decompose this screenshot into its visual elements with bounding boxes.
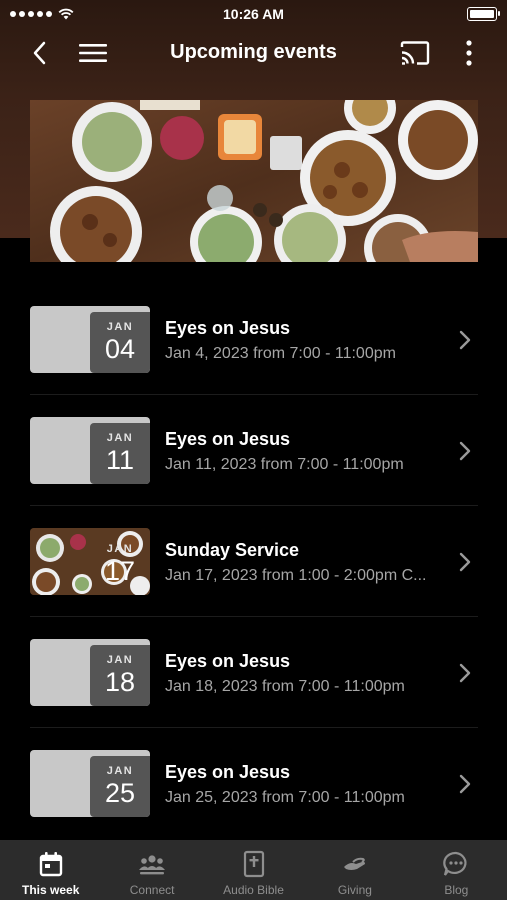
event-title: Eyes on Jesus [165, 429, 291, 449]
battery-icon [467, 7, 500, 21]
tab-connect[interactable]: Connect [101, 840, 202, 900]
event-month: JAN [106, 654, 134, 666]
event-month: JAN [106, 543, 134, 555]
date-badge: JAN 04 [90, 312, 150, 373]
calendar-icon [39, 852, 62, 877]
event-day: 04 [104, 334, 136, 364]
event-day: 11 [105, 445, 135, 475]
event-day: 25 [104, 778, 136, 808]
event-thumbnail: JAN 17 [30, 528, 150, 595]
date-badge: JAN 25 [90, 756, 150, 817]
chevron-right-icon [459, 330, 471, 350]
bible-icon [243, 850, 264, 878]
chevron-right-icon [459, 663, 471, 683]
more-vertical-icon [466, 40, 472, 66]
chat-bubble-icon [443, 851, 467, 876]
chevron-right-icon [459, 441, 471, 461]
event-datetime: Jan 11, 2023 from 7:00 - 11:00pm [165, 456, 404, 473]
tab-this-week[interactable]: This week [0, 840, 101, 900]
events-list: JAN 04 Eyes on Jesus Jan 4, 2023 from 7:… [30, 284, 478, 839]
people-icon [139, 855, 166, 875]
giving-hand-icon [343, 857, 365, 870]
chevron-right-icon [459, 774, 471, 794]
event-datetime: Jan 18, 2023 from 7:00 - 11:00pm [165, 678, 405, 695]
date-badge: JAN 18 [90, 645, 150, 706]
date-badge: JAN 17 [90, 534, 150, 595]
event-row[interactable]: JAN 18 Eyes on Jesus Jan 18, 2023 from 7… [30, 617, 478, 728]
event-row[interactable]: JAN 04 Eyes on Jesus Jan 4, 2023 from 7:… [30, 284, 478, 395]
tab-label: Blog [444, 883, 469, 897]
event-thumbnail: JAN 18 [30, 639, 150, 706]
date-badge: JAN 11 [90, 423, 150, 484]
bottom-tab-bar: This week Connect Audio Bible Giving Blo… [0, 840, 507, 900]
status-bar: 10:26 AM [0, 0, 507, 28]
tab-label: Audio Bible [223, 883, 284, 897]
event-title: Eyes on Jesus [165, 318, 291, 338]
tab-label: This week [22, 883, 80, 897]
event-day: 17 [104, 556, 136, 586]
event-title: Sunday Service [165, 540, 300, 560]
event-datetime: Jan 17, 2023 from 1:00 - 2:00pm C... [165, 567, 427, 584]
event-datetime: Jan 25, 2023 from 7:00 - 11:00pm [165, 789, 405, 806]
event-thumbnail: JAN 25 [30, 750, 150, 817]
hero-image [30, 100, 478, 262]
event-title: Eyes on Jesus [165, 762, 291, 782]
event-row[interactable]: JAN 11 Eyes on Jesus Jan 11, 2023 from 7… [30, 395, 478, 506]
tab-label: Connect [129, 883, 175, 897]
cast-icon [400, 41, 430, 65]
event-row[interactable]: JAN 25 Eyes on Jesus Jan 25, 2023 from 7… [30, 728, 478, 839]
event-month: JAN [106, 432, 134, 444]
event-title: Eyes on Jesus [165, 651, 291, 671]
tab-giving[interactable]: Giving [304, 840, 405, 900]
cast-button[interactable] [398, 36, 432, 70]
event-thumbnail: JAN 04 [30, 306, 150, 373]
navigation-bar: Upcoming events [0, 32, 507, 74]
chevron-right-icon [459, 552, 471, 572]
event-datetime: Jan 4, 2023 from 7:00 - 11:00pm [165, 345, 396, 362]
food-table-image [30, 100, 478, 262]
event-row[interactable]: JAN 17 Sunday Service Jan 17, 2023 from … [30, 506, 478, 617]
status-time: 10:26 AM [223, 6, 284, 22]
tab-label: Giving [337, 883, 372, 897]
event-day: 18 [104, 667, 136, 697]
more-options-button[interactable] [452, 36, 486, 70]
tab-blog[interactable]: Blog [406, 840, 507, 900]
event-month: JAN [106, 765, 134, 777]
event-thumbnail: JAN 11 [30, 417, 150, 484]
event-month: JAN [106, 321, 134, 333]
tab-audio-bible[interactable]: Audio Bible [203, 840, 304, 900]
